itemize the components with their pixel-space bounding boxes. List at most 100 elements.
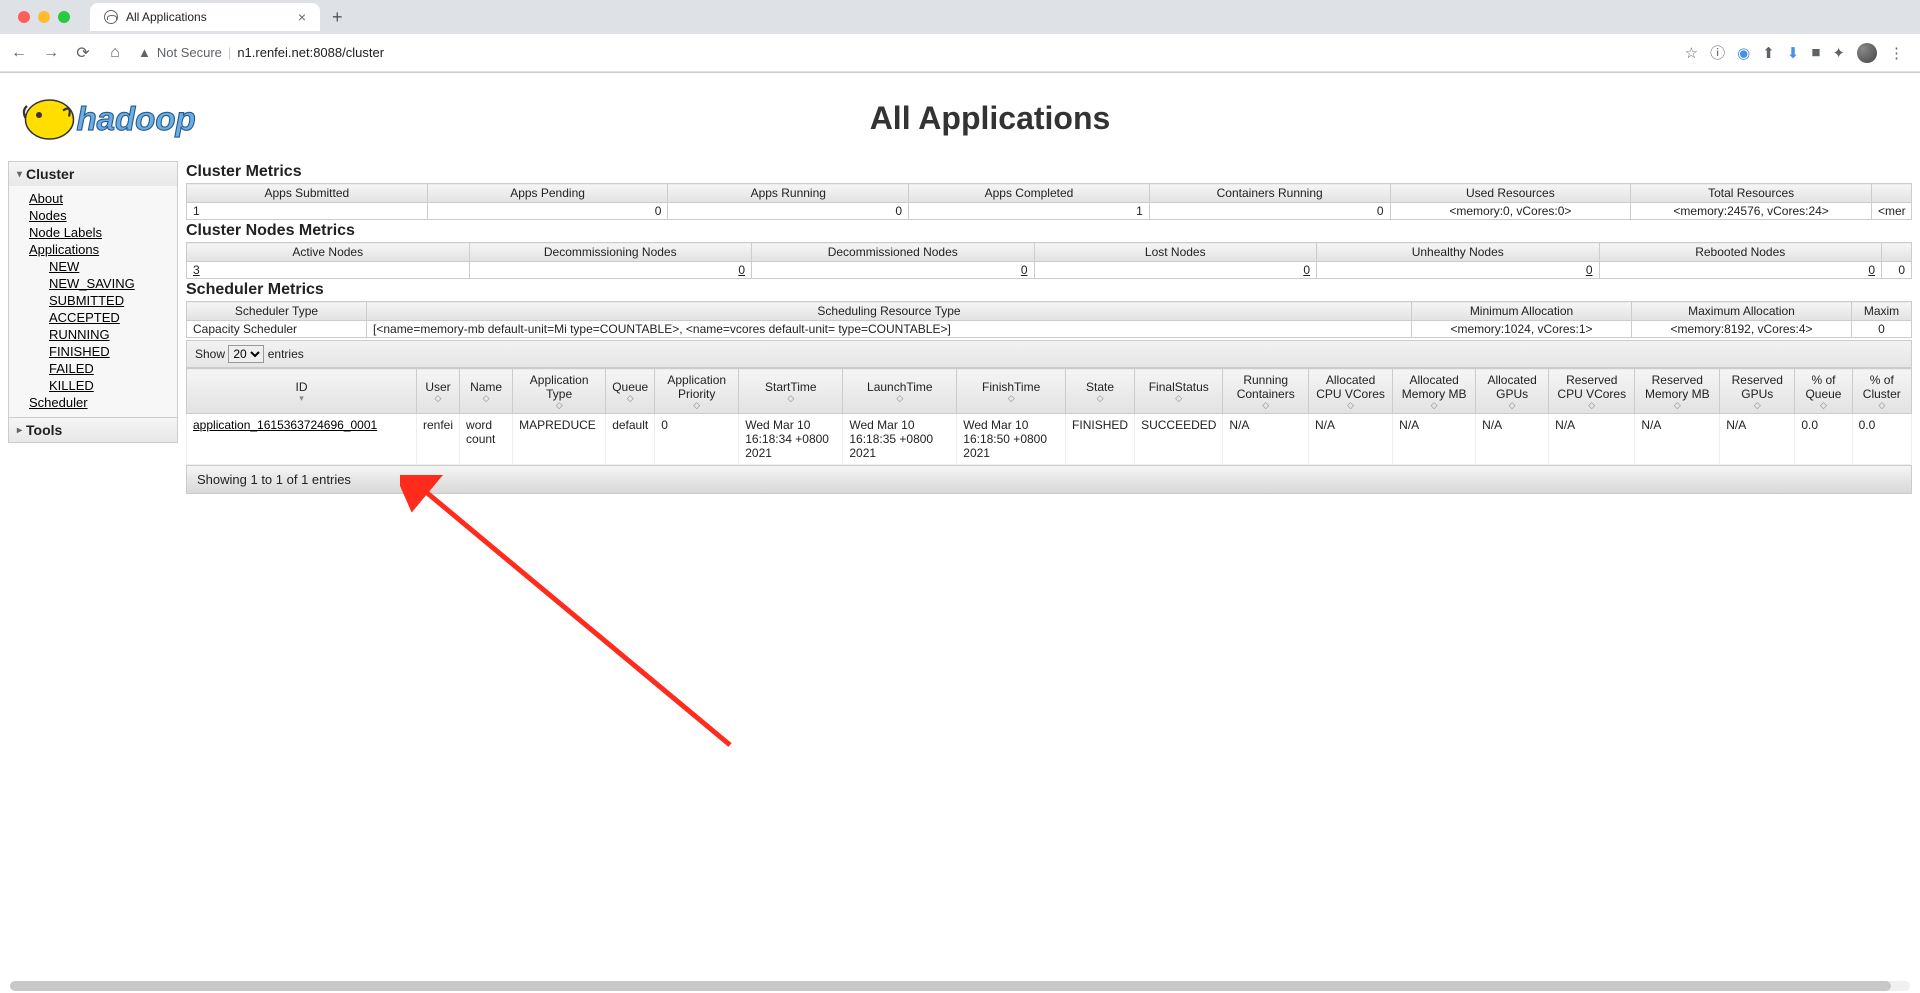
sort-icon: ◇ [661, 401, 732, 409]
sort-desc-icon: ▾ [193, 394, 410, 402]
th-priority[interactable]: Application Priority◇ [655, 369, 739, 414]
window-close-button[interactable] [18, 11, 30, 23]
new-tab-button[interactable]: + [332, 7, 343, 28]
annotation-arrow [400, 475, 740, 755]
th-unhealthy-nodes[interactable]: Unhealthy Nodes [1317, 243, 1600, 262]
th-state[interactable]: State ◇ [1066, 369, 1135, 414]
ext-icon-3[interactable]: ⬆ [1762, 44, 1775, 62]
ext-icon-4[interactable]: ⬇ [1787, 44, 1800, 62]
th-apps-submitted[interactable]: Apps Submitted [187, 184, 428, 203]
th-lost-nodes[interactable]: Lost Nodes [1034, 243, 1317, 262]
sidebar-item-finished[interactable]: FINISHED [49, 343, 177, 360]
close-icon[interactable]: × [298, 9, 306, 25]
sidebar-item-applications[interactable]: Applications [29, 241, 177, 258]
reload-button[interactable]: ⟳ [74, 43, 92, 63]
menu-icon[interactable]: ⋮ [1889, 44, 1904, 62]
sidebar-item-new[interactable]: NEW [49, 258, 177, 275]
extensions-icon[interactable]: ✦ [1832, 44, 1845, 62]
th-used-resources[interactable]: Used Resources [1390, 184, 1631, 203]
th-decomd-nodes[interactable]: Decommissioned Nodes [752, 243, 1035, 262]
th-total-resources[interactable]: Total Resources [1631, 184, 1872, 203]
star-icon[interactable]: ☆ [1685, 44, 1698, 62]
th-containers-running[interactable]: Containers Running [1149, 184, 1390, 203]
sort-icon: ◇ [466, 394, 506, 402]
table-row: 1 0 0 1 0 <memory:0, vCores:0> <memory:2… [187, 203, 1912, 220]
url-text: n1.renfei.net:8088/cluster [237, 45, 384, 60]
cell-running-c: N/A [1223, 414, 1309, 465]
forward-button[interactable]: → [42, 44, 60, 62]
back-button[interactable]: ← [10, 44, 28, 62]
th-overflow [1872, 184, 1912, 203]
sidebar-item-failed[interactable]: FAILED [49, 360, 177, 377]
sidebar-item-submitted[interactable]: SUBMITTED [49, 292, 177, 309]
entries-select[interactable]: 20 [228, 345, 264, 363]
hadoop-logo: hadoop [8, 83, 328, 153]
sidebar-item-scheduler[interactable]: Scheduler [29, 394, 177, 411]
sort-icon: ◇ [519, 401, 599, 409]
th-res-gpu[interactable]: Reserved GPUs ◇ [1720, 369, 1795, 414]
home-button[interactable]: ⌂ [106, 44, 124, 62]
th-finishtime[interactable]: FinishTime◇ [957, 369, 1066, 414]
th-pct-queue[interactable]: % of Queue◇ [1795, 369, 1852, 414]
th-max-alloc[interactable]: Maximum Allocation [1632, 302, 1852, 321]
th-decom-nodes[interactable]: Decommissioning Nodes [469, 243, 752, 262]
horizontal-scrollbar[interactable] [10, 981, 1910, 991]
th-name[interactable]: Name◇ [460, 369, 513, 414]
cluster-metrics-title: Cluster Metrics [186, 161, 1912, 183]
table-footer: Showing 1 to 1 of 1 entries [186, 465, 1912, 494]
cell-pct-q: 0.0 [1795, 414, 1852, 465]
lost-nodes-link[interactable]: 0 [1303, 263, 1310, 277]
unhealthy-nodes-link[interactable]: 0 [1586, 263, 1593, 277]
window-minimize-button[interactable] [38, 11, 50, 23]
th-rebooted-nodes[interactable]: Rebooted Nodes [1599, 243, 1882, 262]
th-running-containers[interactable]: Running Containers◇ [1223, 369, 1309, 414]
th-app-type[interactable]: Application Type◇ [513, 369, 606, 414]
ext-icon-1[interactable]: ⓘ [1710, 42, 1725, 63]
th-active-nodes[interactable]: Active Nodes [187, 243, 470, 262]
th-id[interactable]: ID ▾ [187, 369, 417, 414]
active-nodes-link[interactable]: 3 [193, 263, 200, 277]
scrollbar-thumb[interactable] [10, 981, 1891, 991]
application-id-link[interactable]: application_1615363724696_0001 [193, 418, 377, 432]
th-finalstatus[interactable]: FinalStatus ◇ [1135, 369, 1223, 414]
globe-icon [104, 10, 118, 24]
rebooted-nodes-link[interactable]: 0 [1868, 263, 1875, 277]
sidebar-item-about[interactable]: About [29, 190, 177, 207]
th-apps-running[interactable]: Apps Running [668, 184, 909, 203]
decom-nodes-link[interactable]: 0 [738, 263, 745, 277]
window-maximize-button[interactable] [58, 11, 70, 23]
ext-icon-5[interactable]: ■ [1811, 44, 1820, 61]
browser-tab[interactable]: All Applications × [90, 3, 320, 31]
ext-icon-2[interactable]: ◉ [1737, 44, 1750, 62]
th-alloc-mem[interactable]: Allocated Memory MB◇ [1393, 369, 1476, 414]
th-res-cpu[interactable]: Reserved CPU VCores◇ [1549, 369, 1635, 414]
th-alloc-cpu[interactable]: Allocated CPU VCores◇ [1308, 369, 1392, 414]
sidebar-item-killed[interactable]: KILLED [49, 377, 177, 394]
th-sched-type[interactable]: Scheduler Type [187, 302, 367, 321]
decomd-nodes-link[interactable]: 0 [1021, 263, 1028, 277]
sidebar-item-node-labels[interactable]: Node Labels [29, 224, 177, 241]
th-apps-pending[interactable]: Apps Pending [427, 184, 668, 203]
sidebar-item-nodes[interactable]: Nodes [29, 207, 177, 224]
th-min-alloc[interactable]: Minimum Allocation [1412, 302, 1632, 321]
sidebar-item-accepted[interactable]: ACCEPTED [49, 309, 177, 326]
th-pct-cluster[interactable]: % of Cluster◇ [1852, 369, 1911, 414]
th-user[interactable]: User◇ [417, 369, 460, 414]
sidebar-cluster-header[interactable]: ▾Cluster [9, 162, 177, 186]
table-row: 3 0 0 0 0 0 0 [187, 262, 1912, 279]
th-queue[interactable]: Queue◇ [606, 369, 655, 414]
profile-avatar[interactable] [1857, 43, 1877, 63]
th-launchtime[interactable]: LaunchTime◇ [843, 369, 957, 414]
th-apps-completed[interactable]: Apps Completed [909, 184, 1150, 203]
sidebar-item-running[interactable]: RUNNING [49, 326, 177, 343]
th-sched-res-type[interactable]: Scheduling Resource Type [367, 302, 1412, 321]
show-label: Show [195, 347, 225, 361]
window-controls [8, 11, 80, 23]
th-starttime[interactable]: StartTime◇ [739, 369, 843, 414]
nodes-metrics-title: Cluster Nodes Metrics [186, 220, 1912, 242]
sidebar-item-new-saving[interactable]: NEW_SAVING [49, 275, 177, 292]
th-alloc-gpu[interactable]: Allocated GPUs ◇ [1476, 369, 1549, 414]
sidebar-tools-header[interactable]: ▸Tools [9, 418, 177, 442]
th-res-mem[interactable]: Reserved Memory MB◇ [1635, 369, 1720, 414]
url-input[interactable]: ▲ Not Secure | n1.renfei.net:8088/cluste… [138, 45, 384, 60]
